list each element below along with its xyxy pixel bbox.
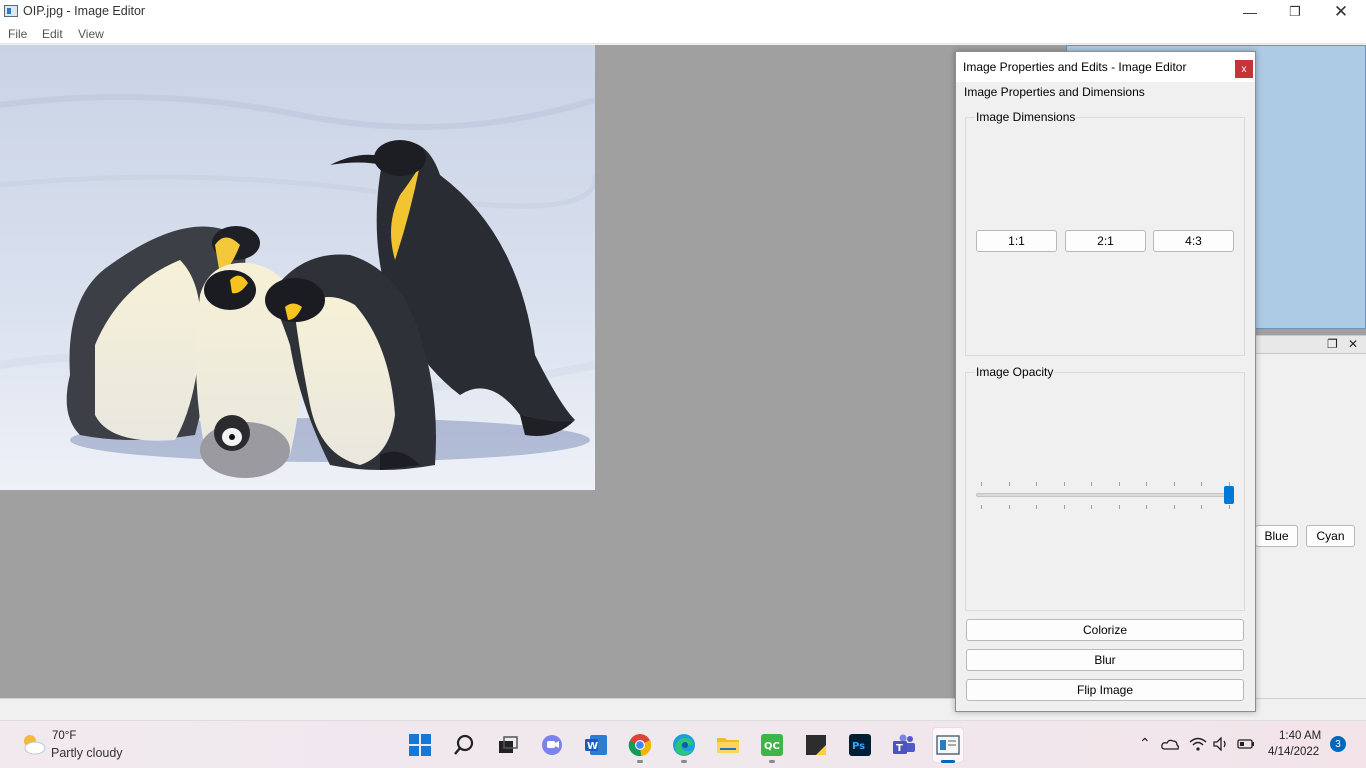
dock-header: ❐ ✕ [1255,335,1366,354]
slider-tick [1229,482,1230,486]
chrome-icon[interactable] [628,733,652,757]
photoshop-icon[interactable]: Ps [848,733,872,757]
menu-view[interactable]: View [78,27,104,41]
tab-image-properties[interactable]: Image Properties and Dimensions [964,85,1145,99]
blue-button[interactable]: Blue [1255,525,1298,547]
slider-tick [1146,482,1147,486]
notification-badge[interactable]: 3 [1330,736,1346,752]
slider-thumb[interactable] [1224,486,1234,504]
qc-running-indicator [769,760,775,763]
wifi-icon[interactable] [1189,737,1207,751]
edge-running-indicator [681,760,687,763]
restore-button[interactable]: ❐ [1272,0,1318,24]
svg-text:T: T [896,743,903,754]
blur-button[interactable]: Blur [966,649,1244,671]
minimize-icon: — [1243,4,1257,20]
image-opacity-title: Image Opacity [975,365,1055,379]
slider-tick [1174,482,1175,486]
slider-tick [981,505,982,509]
search-icon[interactable] [452,733,476,757]
word-icon[interactable]: W [584,733,608,757]
slider-tick [1174,505,1175,509]
colorize-button[interactable]: Colorize [966,619,1244,641]
weather-desc: Partly cloudy [51,746,123,760]
slider-tick [1091,482,1092,486]
battery-icon[interactable] [1237,738,1255,750]
clock-date[interactable]: 4/14/2022 [1268,746,1319,758]
slider-tick [1009,482,1010,486]
chrome-running-indicator [637,760,643,763]
flip-image-button[interactable]: Flip Image [966,679,1244,701]
slider-tick [1064,505,1065,509]
slider-tick [1091,505,1092,509]
restore-icon: ❐ [1289,4,1301,19]
menu-bar: File Edit View [0,24,1366,44]
slider-tick [1036,482,1037,486]
show-hidden-icons-icon[interactable]: ⌃ [1139,735,1151,752]
float-icon[interactable]: ❐ [1327,337,1338,351]
partly-cloudy-icon [24,735,46,755]
image-opacity-group: Image Opacity [965,365,1245,611]
dialog-title-bar: Image Properties and Edits - Image Edito… [956,52,1255,82]
slider-tick [1201,482,1202,486]
image-editor-active-indicator [941,760,955,763]
dialog-title: Image Properties and Edits - Image Edito… [963,60,1187,74]
menu-file[interactable]: File [8,27,27,41]
task-view-icon[interactable] [496,733,520,757]
volume-icon[interactable] [1213,737,1229,751]
slider-tick [1036,505,1037,509]
app-icon [4,5,18,17]
weather-temp: 70°F [52,730,77,742]
qc-app-icon[interactable]: QC [760,733,784,757]
properties-dialog: Image Properties and Edits - Image Edito… [955,51,1256,712]
image-editor-icon[interactable] [932,727,964,763]
svg-text:W: W [587,741,598,752]
color-dock: Blue Cyan [1255,354,1366,698]
slider-tick [1119,482,1120,486]
slider-tick [1064,482,1065,486]
slider-tick [1146,505,1147,509]
window-title: OIP.jpg - Image Editor [23,4,146,18]
slider-tick [981,482,982,486]
cyan-button[interactable]: Cyan [1306,525,1355,547]
clock-time[interactable]: 1:40 AM [1279,730,1321,742]
onedrive-icon[interactable] [1161,738,1179,750]
edge-icon[interactable] [672,733,696,757]
penguin-photo [0,45,595,490]
ratio-1-1-button[interactable]: 1:1 [976,230,1057,252]
slider-tick [1201,505,1202,509]
slider-tick [1229,505,1230,509]
close-button[interactable]: ✕ [1318,0,1364,24]
start-icon[interactable] [408,733,432,757]
svg-text:Ps: Ps [852,741,865,752]
svg-text:QC: QC [764,741,780,752]
minimize-button[interactable]: — [1227,0,1273,24]
slider-tick [1119,505,1120,509]
file-explorer-icon[interactable] [716,733,740,757]
ratio-2-1-button[interactable]: 2:1 [1065,230,1146,252]
dock-close-icon[interactable]: ✕ [1348,337,1358,351]
ratio-4-3-button[interactable]: 4:3 [1153,230,1234,252]
title-bar: OIP.jpg - Image Editor — ❐ ✕ [0,0,1366,24]
image-dimensions-group: Image Dimensions 1:1 2:1 4:3 [965,110,1245,356]
taskbar: 70°F Partly cloudy W QC Ps T ⌃ 1:40 AM 4… [0,720,1366,768]
sticky-notes-icon[interactable] [804,733,828,757]
close-icon: ✕ [1333,2,1349,21]
teams-chat-icon[interactable] [540,733,564,757]
teams-icon[interactable]: T [892,733,916,757]
slider-track [976,493,1234,497]
slider-tick [1009,505,1010,509]
dialog-close-button[interactable]: x [1235,60,1253,78]
image-dimensions-title: Image Dimensions [975,110,1077,124]
opacity-slider[interactable] [976,479,1234,513]
menu-edit[interactable]: Edit [42,27,63,41]
